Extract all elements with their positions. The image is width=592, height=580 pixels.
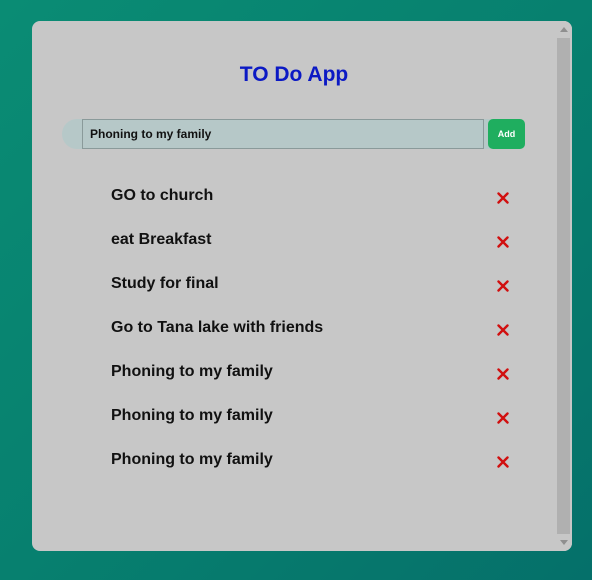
scroll-content: TO Do App Add GO to church eat Breakfast	[32, 21, 556, 551]
todo-app-card: TO Do App Add GO to church eat Breakfast	[32, 21, 572, 551]
vertical-scrollbar[interactable]	[556, 21, 572, 551]
todo-label: Study for final	[111, 275, 219, 292]
add-button[interactable]: Add	[488, 119, 525, 149]
close-icon	[497, 368, 509, 380]
close-icon	[497, 280, 509, 292]
delete-todo-button[interactable]	[495, 234, 511, 250]
todo-item: Phoning to my family	[111, 445, 521, 489]
scroll-down-arrow-icon[interactable]	[560, 540, 568, 545]
todo-item: Phoning to my family	[111, 357, 521, 401]
delete-todo-button[interactable]	[495, 410, 511, 426]
todo-item: Study for final	[111, 269, 521, 313]
close-icon	[497, 412, 509, 424]
todo-item: GO to church	[111, 181, 521, 225]
todo-list: GO to church eat Breakfast Study for fin…	[111, 181, 521, 489]
todo-label: Phoning to my family	[111, 407, 273, 424]
delete-todo-button[interactable]	[495, 454, 511, 470]
page-title: TO Do App	[239, 63, 349, 86]
todo-label: Phoning to my family	[111, 451, 273, 468]
close-icon	[497, 324, 509, 336]
todo-item: Go to Tana lake with friends	[111, 313, 521, 357]
close-icon	[497, 456, 509, 468]
todo-input[interactable]	[82, 119, 484, 149]
delete-todo-button[interactable]	[495, 278, 511, 294]
todo-label: eat Breakfast	[111, 231, 212, 248]
delete-todo-button[interactable]	[495, 190, 511, 206]
scroll-up-arrow-icon[interactable]	[560, 27, 568, 32]
todo-item: Phoning to my family	[111, 401, 521, 445]
add-todo-form: Add	[62, 119, 526, 149]
todo-label: Go to Tana lake with friends	[111, 319, 324, 336]
todo-item: eat Breakfast	[111, 225, 521, 269]
close-icon	[497, 236, 509, 248]
todo-label: Phoning to my family	[111, 363, 273, 380]
close-icon	[497, 192, 509, 204]
scrollbar-thumb[interactable]	[557, 38, 570, 534]
todo-label: GO to church	[111, 187, 214, 204]
delete-todo-button[interactable]	[495, 366, 511, 382]
delete-todo-button[interactable]	[495, 322, 511, 338]
